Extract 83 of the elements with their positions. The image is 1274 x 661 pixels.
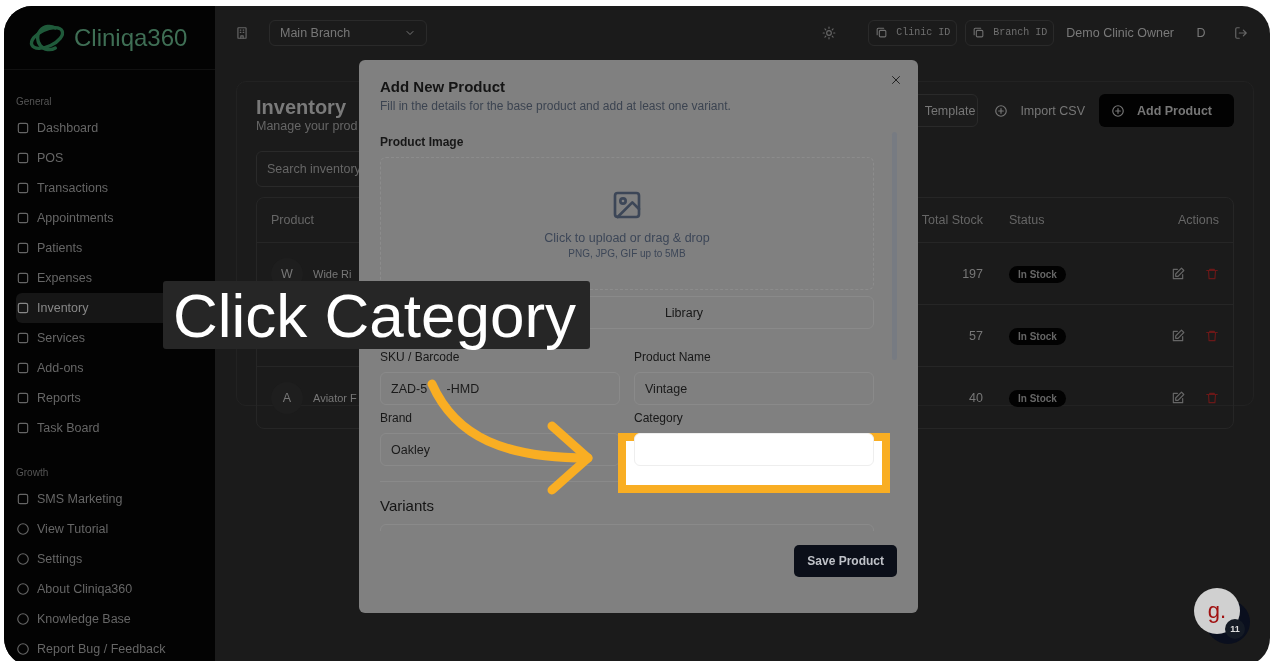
sidebar-item[interactable]: Report Bug / Feedback	[16, 634, 203, 661]
building-icon	[235, 25, 249, 40]
input-field[interactable]	[634, 433, 874, 466]
user-avatar[interactable]: D	[1190, 25, 1212, 40]
sidebar-item[interactable]: POS	[16, 143, 203, 173]
square-icon	[16, 181, 30, 195]
caption-tooltip: Click Category	[163, 281, 591, 349]
square-icon	[16, 421, 30, 435]
square-icon	[16, 241, 30, 255]
field-label: Category	[634, 411, 684, 425]
circle-icon	[16, 552, 30, 566]
page-subtitle: Manage your prod	[256, 119, 358, 133]
trash-icon	[1205, 390, 1219, 405]
section-heading: General	[16, 96, 53, 107]
input-field[interactable]: Vintage	[634, 372, 874, 405]
branch-select[interactable]: Main Branch	[269, 19, 427, 46]
square-icon	[16, 492, 30, 506]
copy-icon	[875, 26, 889, 39]
column-header: Total Stock	[920, 213, 983, 227]
table-cell: Wide Ri	[313, 267, 352, 280]
table-cell-text: 57	[968, 328, 983, 343]
copy-id-button[interactable]: Branch ID	[965, 19, 1055, 46]
logo-text: Cliniqa360	[74, 23, 188, 52]
column-header: Status	[1008, 213, 1046, 227]
toolbar-button[interactable]: Add Product	[1099, 94, 1234, 127]
sidebar-item[interactable]: Reports	[16, 383, 203, 413]
edit-icon	[1171, 390, 1185, 405]
upload-text: Click to upload or drag & drop	[544, 230, 710, 245]
table-cell-text: 197	[961, 266, 983, 281]
sidebar-item[interactable]: View Tutorial	[16, 514, 203, 544]
circle-icon	[16, 612, 30, 626]
input-field[interactable]: ZAD-5 -HMD	[380, 372, 620, 405]
column-header: Actions	[1177, 213, 1219, 227]
dialog-title: Add New Product	[380, 78, 506, 95]
square-icon	[16, 211, 30, 225]
save-product-button[interactable]: Save Product	[794, 545, 897, 577]
sidebar-item[interactable]: Knowledge Base	[16, 604, 203, 634]
square-icon	[16, 301, 30, 315]
circle-icon	[16, 522, 30, 536]
sidebar-item[interactable]: Patients	[16, 233, 203, 263]
sidebar-item[interactable]: About Cliniqa360	[16, 574, 203, 604]
page-title: Inventory	[256, 96, 348, 119]
field-label: Product Image	[380, 135, 465, 149]
sidebar-item[interactable]: SMS Marketing	[16, 484, 203, 514]
sidebar-item[interactable]: Transactions	[16, 173, 203, 203]
square-icon	[16, 331, 30, 345]
status-badge: In Stock	[1009, 265, 1066, 283]
sidebar-item[interactable]: Appointments	[16, 203, 203, 233]
user-name: Demo Clinic Owner	[1066, 25, 1174, 40]
plus-circle-icon	[994, 103, 1009, 118]
field-label: SKU / Barcode	[380, 350, 461, 364]
copy-id-button[interactable]: Clinic ID	[868, 19, 958, 46]
sidebar-item[interactable]: Task Board	[16, 413, 203, 443]
circle-icon	[16, 642, 30, 656]
edit-icon	[1171, 266, 1185, 281]
circle-icon	[16, 582, 30, 596]
sidebar-item[interactable]: Add-ons	[16, 353, 203, 383]
table-cell-text: 40	[968, 390, 983, 405]
toolbar-button[interactable]: Import CSV	[988, 94, 1089, 127]
trash-icon	[1205, 328, 1219, 343]
sidebar-item[interactable]: Dashboard	[16, 113, 203, 143]
square-icon	[16, 361, 30, 375]
square-icon	[16, 151, 30, 165]
section-heading: Growth	[16, 467, 50, 478]
dialog-subtitle: Fill in the details for the base product and add at least one variant.	[380, 99, 732, 113]
square-icon	[16, 391, 30, 405]
square-icon	[16, 271, 30, 285]
sidebar-item[interactable]: Settings	[16, 544, 203, 574]
field-label: Product Name	[634, 350, 712, 364]
close-icon	[890, 74, 902, 86]
status-badge: In Stock	[1009, 327, 1066, 345]
column-header: Product	[271, 213, 316, 227]
status-badge: In Stock	[1009, 389, 1066, 407]
trash-icon	[1205, 266, 1219, 281]
upload-hint: PNG, JPG, GIF up to 5MB	[568, 247, 686, 259]
sun-icon	[822, 25, 837, 40]
edit-icon	[1171, 328, 1185, 343]
square-icon	[16, 121, 30, 135]
plus-circle-icon	[1111, 103, 1125, 118]
copy-icon	[972, 26, 986, 39]
table-cell: Aviator F	[313, 391, 357, 404]
field-label: Brand	[380, 411, 414, 425]
logout-icon	[1234, 25, 1248, 40]
